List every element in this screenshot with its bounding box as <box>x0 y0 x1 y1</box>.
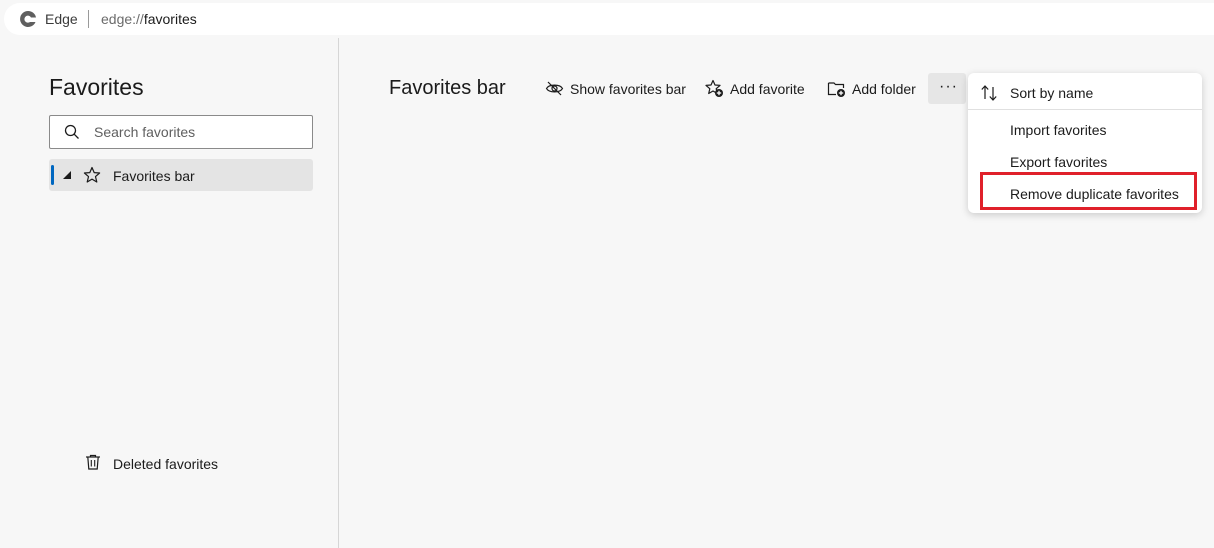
menu-item-label: Sort by name <box>1010 85 1094 101</box>
tree-item-label: Favorites bar <box>113 168 195 184</box>
sidebar: Favorites Favorites bar Deleted favorite… <box>0 38 338 548</box>
add-favorite-label: Add favorite <box>730 81 805 97</box>
tree-item-favorites-bar[interactable]: Favorites bar <box>49 159 313 191</box>
star-icon <box>83 166 101 183</box>
address-separator <box>88 10 89 28</box>
deleted-favorites-label: Deleted favorites <box>113 456 219 472</box>
show-favorites-bar-label: Show favorites bar <box>570 81 686 97</box>
eye-off-icon <box>545 81 564 96</box>
more-options-icon: ··· <box>939 78 958 95</box>
highlight-box <box>980 172 1197 210</box>
expand-caret-icon[interactable] <box>63 171 71 179</box>
edge-logo-icon <box>20 10 36 27</box>
menu-item-sort-by-name[interactable]: Sort by name <box>968 76 1202 106</box>
page-title: Favorites <box>49 74 144 100</box>
trash-icon <box>86 454 100 470</box>
address-bar: Edge edge://favorites <box>0 0 1214 38</box>
menu-item-export-favorites[interactable]: Export favorites <box>968 145 1202 175</box>
selection-indicator <box>51 165 54 185</box>
url-scheme: edge:// <box>101 11 144 27</box>
show-favorites-bar-button[interactable]: Show favorites bar <box>545 78 687 100</box>
search-box[interactable] <box>49 115 313 149</box>
url-text[interactable]: edge://favorites <box>101 11 197 27</box>
menu-separator <box>968 109 1202 110</box>
add-folder-label: Add folder <box>852 81 916 97</box>
menu-item-import-favorites[interactable]: Import favorites <box>968 113 1202 143</box>
add-folder-icon <box>827 82 845 97</box>
search-icon <box>64 124 79 139</box>
add-favorite-button[interactable]: Add favorite <box>705 78 809 100</box>
search-input[interactable] <box>94 116 304 148</box>
more-options-button[interactable]: ··· <box>928 73 966 104</box>
folder-title: Favorites bar <box>389 77 506 99</box>
site-label: Edge <box>45 11 78 27</box>
menu-item-label: Export favorites <box>1010 154 1108 170</box>
add-folder-button[interactable]: Add folder <box>827 78 921 100</box>
add-favorite-icon <box>705 79 723 97</box>
pane-divider <box>338 38 339 548</box>
url-host: favorites <box>143 11 197 27</box>
menu-item-label: Import favorites <box>1010 122 1107 138</box>
sort-icon <box>981 85 997 101</box>
